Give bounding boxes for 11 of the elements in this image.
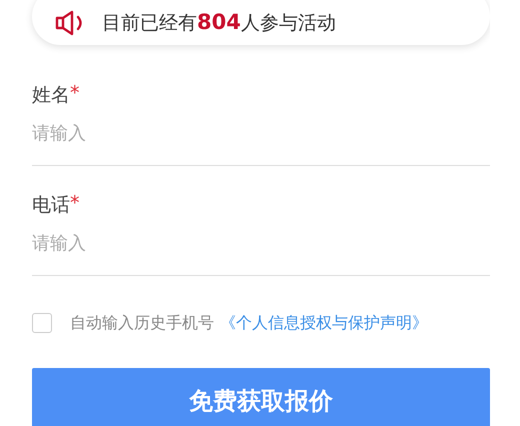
required-mark: *	[70, 192, 80, 216]
required-mark: *	[70, 82, 80, 106]
checkbox[interactable]	[32, 313, 52, 333]
input-field[interactable]: 请输入	[32, 120, 490, 146]
privacy-link[interactable]: 《个人信息授权与保护声明》	[220, 312, 428, 334]
input-field[interactable]: 请输入	[32, 230, 490, 256]
field-label: 姓名	[32, 83, 70, 108]
field-label: 电话	[32, 193, 70, 218]
participant-count-text: 目前已经有804人参与活动	[102, 10, 336, 36]
consent-text: 自动输入历史手机号	[70, 312, 214, 334]
submit-button[interactable]: 免费获取报价	[32, 368, 490, 426]
